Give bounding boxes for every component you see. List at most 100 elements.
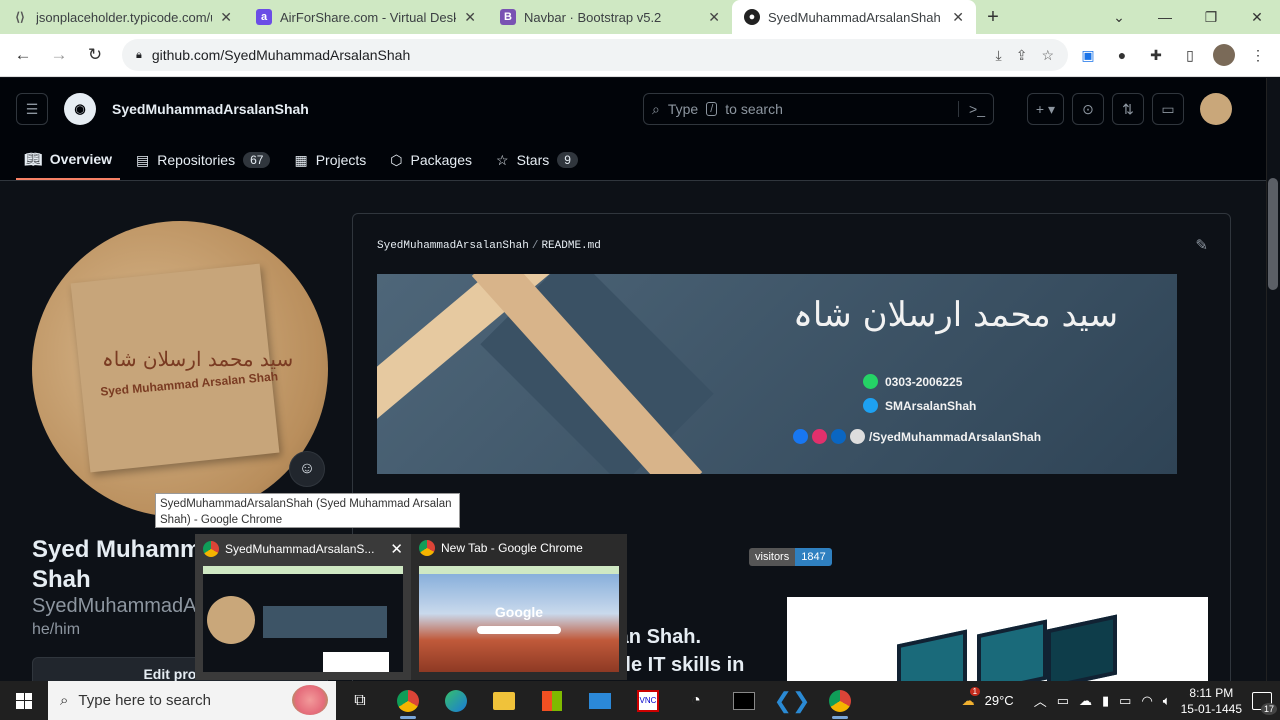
close-window-button[interactable]: ✕ <box>1234 0 1280 34</box>
mail-icon[interactable] <box>576 681 624 720</box>
restore-button[interactable]: ❐ <box>1188 0 1234 34</box>
close-icon[interactable]: ✕ <box>390 540 403 558</box>
sidepanel-icon[interactable]: ▯ <box>1176 41 1204 69</box>
task-view-icon[interactable]: ⧉ <box>336 681 384 720</box>
search-icon: ⌕ <box>652 100 660 117</box>
hamburger-icon[interactable]: ☰ <box>16 93 48 125</box>
omnibox-actions: ⤓ ⇪ ☆ <box>996 47 1055 64</box>
smiley-icon[interactable]: ☺ <box>289 451 325 487</box>
preview-window-github[interactable]: SyedMuhammadArsalanS... ✕ <box>195 534 411 680</box>
chevron-up-icon[interactable]: ︿ <box>1034 691 1047 710</box>
tab-jsonplaceholder[interactable]: ⟨⟩ jsonplaceholder.typicode.com/us ✕ <box>0 0 244 34</box>
close-icon[interactable]: ✕ <box>952 9 964 26</box>
edge-icon[interactable] <box>432 681 480 720</box>
url-text: github.com/SyedMuhammadArsalanShah <box>151 47 411 63</box>
avatar[interactable] <box>1200 93 1232 125</box>
book-icon: 📖︎ <box>24 150 42 167</box>
counter-badge: 9 <box>557 152 578 168</box>
windows-start-icon[interactable] <box>0 681 48 720</box>
chrome-icon <box>419 540 435 556</box>
bookmark-star-icon[interactable]: ☆ <box>1041 47 1054 64</box>
cloud-icon[interactable]: ☁ <box>1079 693 1092 709</box>
extension-icon[interactable]: ▣ <box>1074 41 1102 69</box>
store-icon[interactable] <box>528 681 576 720</box>
chrome-taskbar-icon[interactable] <box>384 681 432 720</box>
usb-icon[interactable]: ▮ <box>1102 693 1109 709</box>
inbox-icon[interactable]: ▭ <box>1152 93 1184 125</box>
taskbar-search-input[interactable]: ⌕ Type here to search <box>48 681 336 720</box>
github-logo-icon[interactable]: ◉ <box>64 93 96 125</box>
tab-projects[interactable]: ▦ Projects <box>286 140 374 180</box>
back-button[interactable]: ← <box>8 40 38 70</box>
tab-search-icon[interactable]: ⌄ <box>1096 0 1142 34</box>
screen-recorder-icon[interactable]: ◔ <box>672 681 720 720</box>
file-explorer-icon[interactable] <box>480 681 528 720</box>
create-new-button[interactable]: + ▾ <box>1026 93 1064 125</box>
system-tray: ☁ 1 29°C ︿ ▭ ☁ ▮ ▭ ◠ 🔈︎ 8:11 PM 15-01-144… <box>962 685 1280 717</box>
volume-icon[interactable]: 🔈︎ <box>1163 693 1171 709</box>
profile-avatar-large[interactable]: سید محمد ارسلان شاہ Syed Muhammad Arsala… <box>32 221 328 517</box>
install-icon[interactable]: ⤓ <box>996 47 1002 64</box>
preview-title-text: New Tab - Google Chrome <box>441 541 583 555</box>
command-palette-icon[interactable]: >_ <box>958 101 985 117</box>
close-icon[interactable]: ✕ <box>464 9 476 26</box>
reload-button[interactable]: ↻ <box>80 40 110 70</box>
preview-window-newtab[interactable]: New Tab - Google Chrome Google <box>411 534 627 680</box>
scroll-thumb[interactable] <box>1268 178 1278 290</box>
issues-icon[interactable]: ⊙ <box>1072 93 1104 125</box>
extension-icon[interactable]: ● <box>1108 41 1136 69</box>
header-username[interactable]: SyedMuhammadArsalanShah <box>112 101 309 117</box>
avatar-urdu-text: سید محمد ارسلان شاہ <box>102 347 294 371</box>
tab-bootstrap[interactable]: B Navbar · Bootstrap v5.2 ✕ <box>488 0 732 34</box>
tab-airforshare[interactable]: a AirForShare.com - Virtual Deskto ✕ <box>244 0 488 34</box>
search-placeholder-post: to search <box>725 101 783 117</box>
forward-button[interactable]: → <box>44 40 74 70</box>
weather-temp[interactable]: 29°C <box>985 693 1014 708</box>
preview-title-text: SyedMuhammadArsalanS... <box>225 542 375 556</box>
tab-github-profile[interactable]: ● SyedMuhammadArsalanShah (Sy ✕ <box>732 0 976 34</box>
url-field[interactable]: 🔒︎ github.com/SyedMuhammadArsalanShah ⤓ … <box>122 39 1068 71</box>
close-icon[interactable]: ✕ <box>220 9 232 26</box>
minimize-button[interactable]: — <box>1142 0 1188 34</box>
tab-label: Stars <box>516 152 550 168</box>
notification-center-icon[interactable]: 17 <box>1252 691 1277 715</box>
tab-overview[interactable]: 📖︎ Overview <box>16 140 121 180</box>
search-input[interactable]: ⌕ Type / to search >_ <box>643 93 994 125</box>
profile-avatar[interactable] <box>1210 41 1238 69</box>
readme-file[interactable]: README.md <box>541 240 600 252</box>
preview-title: SyedMuhammadArsalanS... ✕ <box>203 540 403 558</box>
banner-socials: /SyedMuhammadArsalanShah <box>793 429 1041 444</box>
vnc-icon[interactable]: VNC <box>624 681 672 720</box>
terminal-icon[interactable] <box>720 681 768 720</box>
tab-label: jsonplaceholder.typicode.com/us <box>36 9 213 25</box>
phone-text: 0303-2006225 <box>885 374 963 389</box>
readme-owner[interactable]: SyedMuhammadArsalanShah <box>377 240 529 252</box>
chrome-taskbar-icon[interactable] <box>816 681 864 720</box>
pull-requests-icon[interactable]: ⇅ <box>1112 93 1144 125</box>
puzzle-icon[interactable]: ✚ <box>1142 41 1170 69</box>
menu-icon[interactable]: ⋮ <box>1244 41 1272 69</box>
monitor-graphic <box>897 629 967 681</box>
preview-thumbnail: Google <box>419 566 619 672</box>
new-tab-button[interactable]: + <box>976 0 1010 34</box>
github-handle-text: /SyedMuhammadArsalanShah <box>869 429 1042 444</box>
page-scrollbar[interactable] <box>1266 78 1280 681</box>
tab-stars[interactable]: ☆ Stars 9 <box>488 140 586 180</box>
battery-icon[interactable]: ▭ <box>1119 693 1131 709</box>
clock[interactable]: 8:11 PM 15-01-1445 <box>1181 685 1242 717</box>
wifi-icon[interactable]: ◠ <box>1141 693 1152 709</box>
weather-icon[interactable]: ☁ 1 <box>962 686 981 709</box>
package-icon: ⬡ <box>390 151 403 168</box>
vscode-icon[interactable]: ❮❯ <box>768 681 816 720</box>
share-icon[interactable]: ⇪ <box>1016 47 1028 64</box>
close-icon[interactable]: ✕ <box>708 9 720 26</box>
browser-tab-strip: ⟨⟩ jsonplaceholder.typicode.com/us ✕ a A… <box>0 0 1280 34</box>
tab-repositories[interactable]: ▤ Repositories 67 <box>128 140 278 180</box>
linkedin-icon <box>831 429 846 444</box>
monitor-graphic <box>977 619 1047 681</box>
clock-date: 15-01-1445 <box>1180 701 1242 716</box>
device-icon[interactable]: ▭ <box>1057 693 1069 709</box>
pencil-icon[interactable]: ✎ <box>1195 236 1208 254</box>
profile-login: SyedMuhammadArs <box>32 595 214 617</box>
tab-packages[interactable]: ⬡ Packages <box>382 140 480 180</box>
